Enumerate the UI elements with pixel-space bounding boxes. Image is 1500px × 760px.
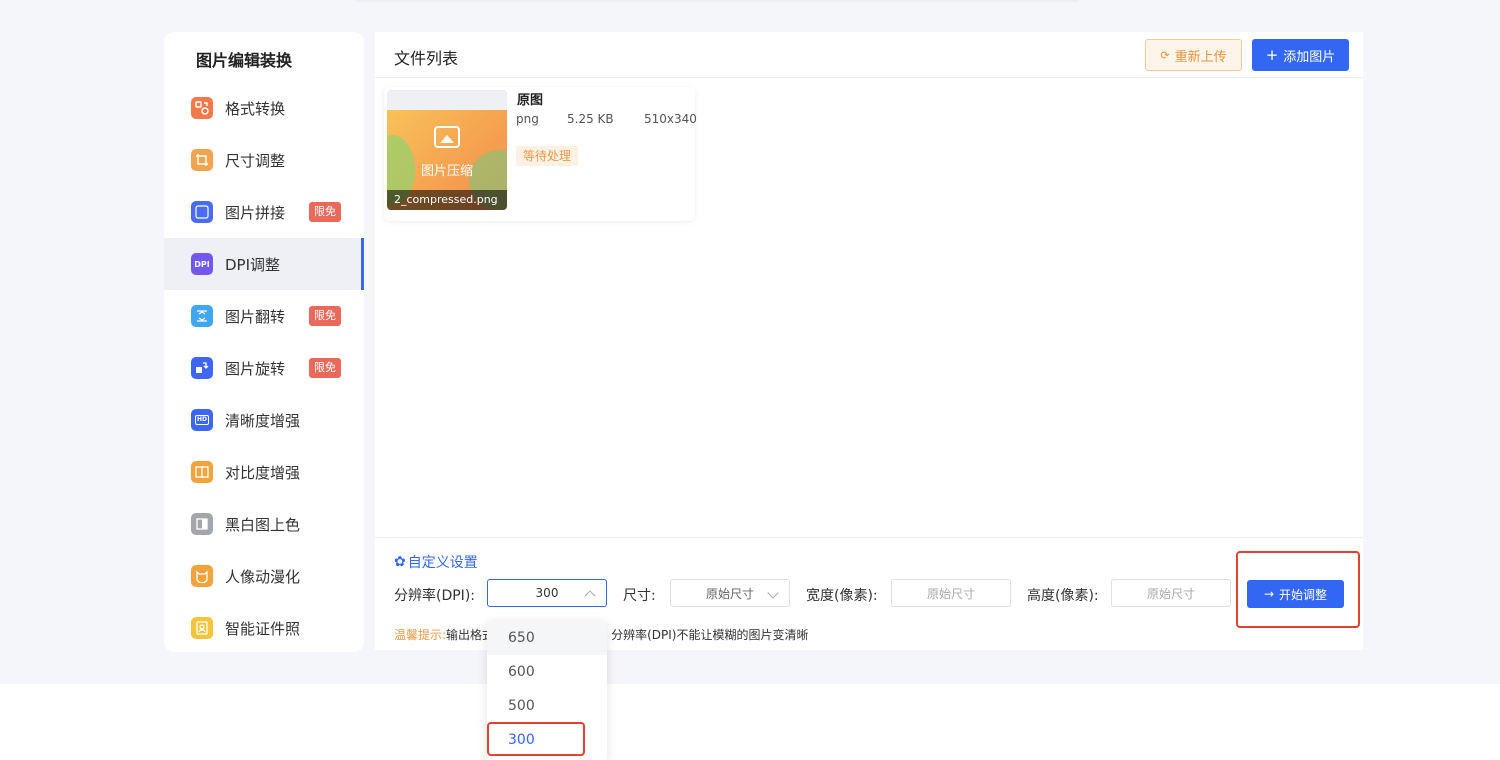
cartoon-icon [191,565,213,587]
sidebar-item-colorize[interactable]: 黑白图上色 [164,498,364,550]
crop-icon [191,149,213,171]
sidebar-item-label: 黑白图上色 [225,515,301,534]
free-badge: 限免 [309,306,341,326]
free-badge: 限免 [309,358,341,378]
thumbnail-caption: 图片压缩 [420,164,473,179]
sidebar-item-format-convert[interactable]: 格式转换 [164,82,364,134]
sidebar-item-sharpen[interactable]: HD 清晰度增强 [164,394,364,446]
sidebar-item-contrast[interactable]: 对比度增强 [164,446,364,498]
sidebar-item-rotate[interactable]: 图片旋转 限免 [164,342,364,394]
sidebar-item-dpi[interactable]: DPI DPI调整 [164,238,364,290]
file-size: 5.25 KB [567,112,614,126]
sidebar-item-label: 尺寸调整 [225,151,286,170]
file-list-header: 文件列表 ⟳ 重新上传 + 添加图片 [375,32,1363,78]
refresh-icon: ⟳ [1160,48,1170,62]
stitch-icon [191,201,213,223]
reupload-button[interactable]: ⟳ 重新上传 [1145,39,1242,71]
reupload-label: 重新上传 [1174,49,1227,65]
tip-label: 温馨提示: [394,628,447,642]
size-select[interactable]: 原始尺寸 [670,579,790,607]
dpi-option-500[interactable]: 500 [487,689,607,723]
chevron-down-icon [767,587,779,599]
main-panel: 文件列表 ⟳ 重新上传 + 添加图片 图片压缩 2_compressed.png… [375,32,1363,650]
top-search-strip [355,0,1078,2]
sidebar-item-label: 智能证件照 [225,619,301,638]
sidebar-item-label: 图片旋转 [225,359,286,378]
sidebar-item-cartoon[interactable]: 人像动漫化 [164,550,364,602]
image-icon [434,126,460,148]
add-image-label: 添加图片 [1283,49,1336,65]
rotate-icon [191,357,213,379]
height-label: 高度(像素): [1027,588,1099,604]
sidebar-item-label: 图片拼接 [225,203,286,222]
file-dimensions: 510x340 [644,112,697,126]
add-image-button[interactable]: + 添加图片 [1252,39,1349,71]
file-list-title: 文件列表 [394,49,459,68]
sidebar-item-label: DPI调整 [225,255,281,274]
dpi-select[interactable]: 300 [487,579,607,607]
custom-settings-label: 自定义设置 [407,555,478,571]
sidebar-item-label: 图片翻转 [225,307,286,326]
file-thumbnail: 图片压缩 2_compressed.png [387,90,507,210]
dpi-option-300[interactable]: 300 [487,723,607,757]
width-input[interactable]: 原始尺寸 [891,579,1011,607]
status-badge: 等待处理 [516,146,579,166]
dpi-icon: DPI [191,253,213,275]
chevron-up-icon [584,590,596,602]
sidebar: 图片编辑装换 格式转换 尺寸调整 图片拼接 限免 DPI DPI调整 图片翻转 … [164,32,364,652]
contrast-icon [191,461,213,483]
height-input[interactable]: 原始尺寸 [1111,579,1231,607]
arrow-right-icon: → [1263,587,1275,601]
colorize-icon [191,513,213,535]
dpi-select-value: 300 [535,586,559,600]
sidebar-item-flip[interactable]: 图片翻转 限免 [164,290,364,342]
sidebar-item-label: 对比度增强 [225,463,301,482]
id-photo-icon [191,617,213,639]
sidebar-title: 图片编辑装换 [196,51,293,70]
dpi-dropdown: 650 600 500 300 [487,621,607,760]
start-adjust-button[interactable]: → 开始调整 [1247,580,1344,608]
hd-icon: HD [191,409,213,431]
file-meta-title: 原图 [517,93,544,108]
custom-settings-title[interactable]: ✿ 自定义设置 [394,552,478,572]
file-card[interactable]: 图片压缩 2_compressed.png 原图 png 5.25 KB 510… [384,87,697,221]
dpi-option-650[interactable]: 650 [487,621,607,655]
free-badge: 限免 [309,202,341,222]
sidebar-item-stitch[interactable]: 图片拼接 限免 [164,186,364,238]
hd-icon-text: HD [194,415,209,425]
dpi-option-600[interactable]: 600 [487,655,607,689]
size-select-value: 原始尺寸 [706,586,755,601]
sidebar-item-label: 格式转换 [225,99,286,118]
dpi-label: 分辨率(DPI): [394,588,475,604]
size-label: 尺寸: [623,588,656,604]
width-label: 宽度(像素): [806,588,878,604]
sidebar-item-id-photo[interactable]: 智能证件照 [164,602,364,652]
start-adjust-label: 开始调整 [1279,587,1328,602]
tip-text-2: 分辨率(DPI)不能让模糊的图片变清晰 [611,628,809,642]
sidebar-item-label: 人像动漫化 [225,567,301,586]
plus-icon: + [1265,46,1279,64]
sidebar-item-label: 清晰度增强 [225,411,301,430]
gear-icon: ✿ [394,554,406,570]
flip-icon [191,305,213,327]
format-convert-icon [191,97,213,119]
file-format: png [516,112,539,126]
sidebar-item-resize[interactable]: 尺寸调整 [164,134,364,186]
file-name: 2_compressed.png [387,190,507,210]
